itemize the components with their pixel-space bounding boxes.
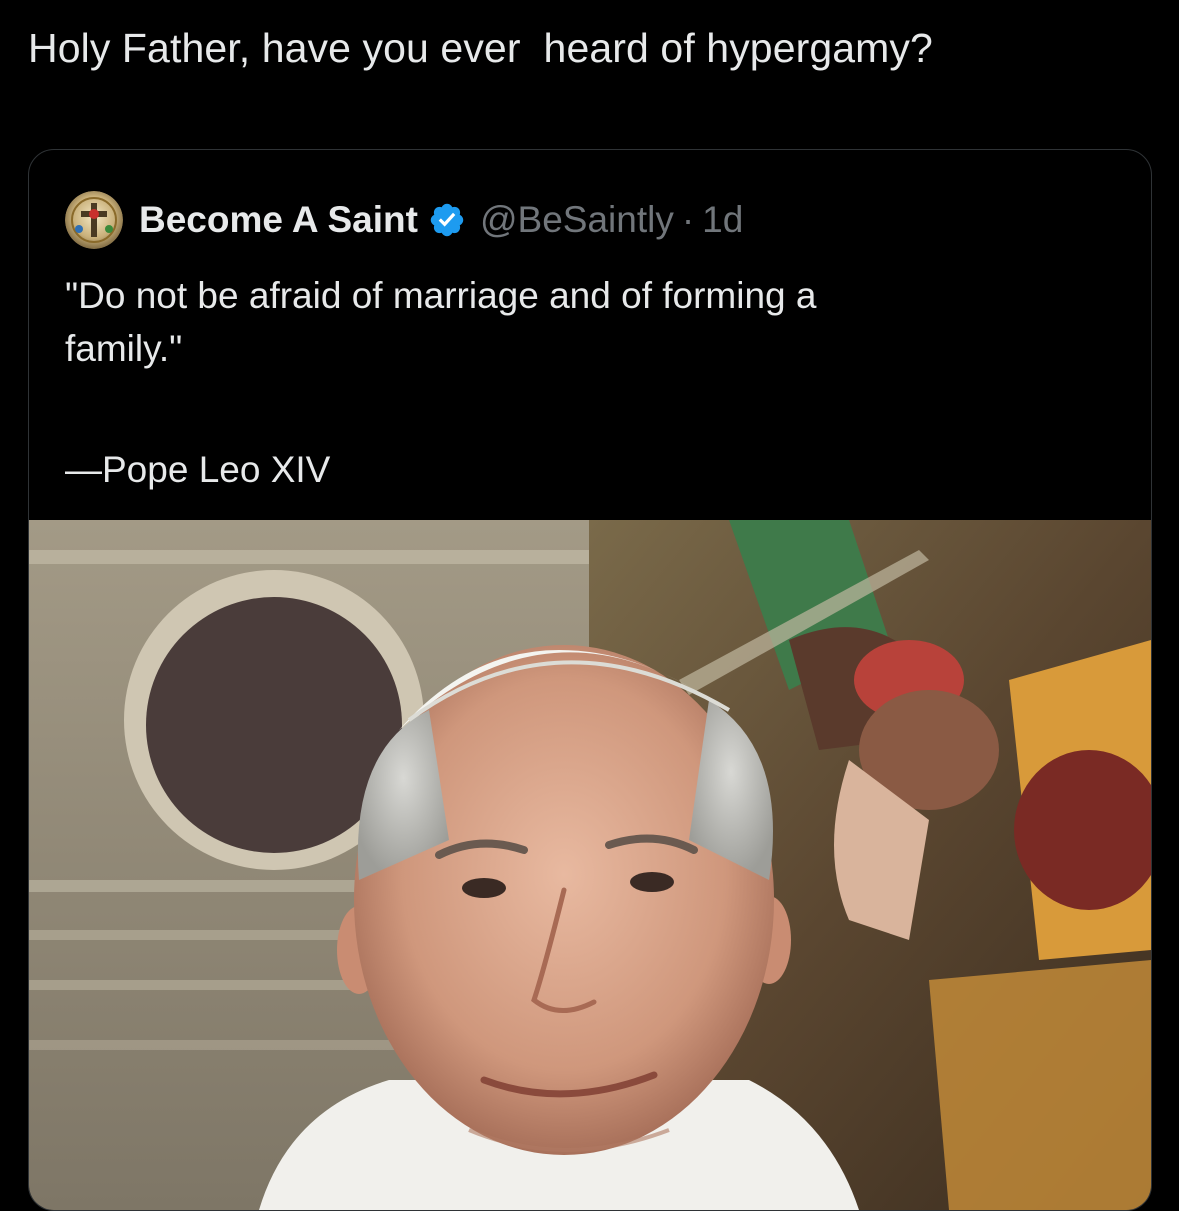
quoted-author-handle[interactable]: @BeSaintly — [480, 199, 674, 241]
quote-attribution: —Pope Leo XIV — [65, 449, 331, 490]
post-timestamp[interactable]: 1d — [702, 199, 743, 241]
quoted-tweet-card[interactable]: Become A Saint @BeSaintly · 1d "Do not b… — [28, 149, 1152, 1211]
verified-badge-icon — [428, 201, 466, 239]
quoted-tweet-text: "Do not be afraid of marriage and of for… — [65, 269, 1105, 375]
saint-avatar-icon[interactable] — [65, 191, 123, 249]
quoted-tweet-header: Become A Saint @BeSaintly · 1d — [65, 191, 743, 249]
quoted-tweet-photo[interactable] — [29, 520, 1151, 1210]
quoted-text-line: "Do not be afraid of marriage and of for… — [65, 275, 817, 316]
quoted-text-line: family." — [65, 328, 183, 369]
quoted-author-name[interactable]: Become A Saint — [139, 199, 418, 241]
meta-separator: · — [681, 199, 695, 240]
post-text: Holy Father, have you ever heard of hype… — [28, 25, 933, 71]
